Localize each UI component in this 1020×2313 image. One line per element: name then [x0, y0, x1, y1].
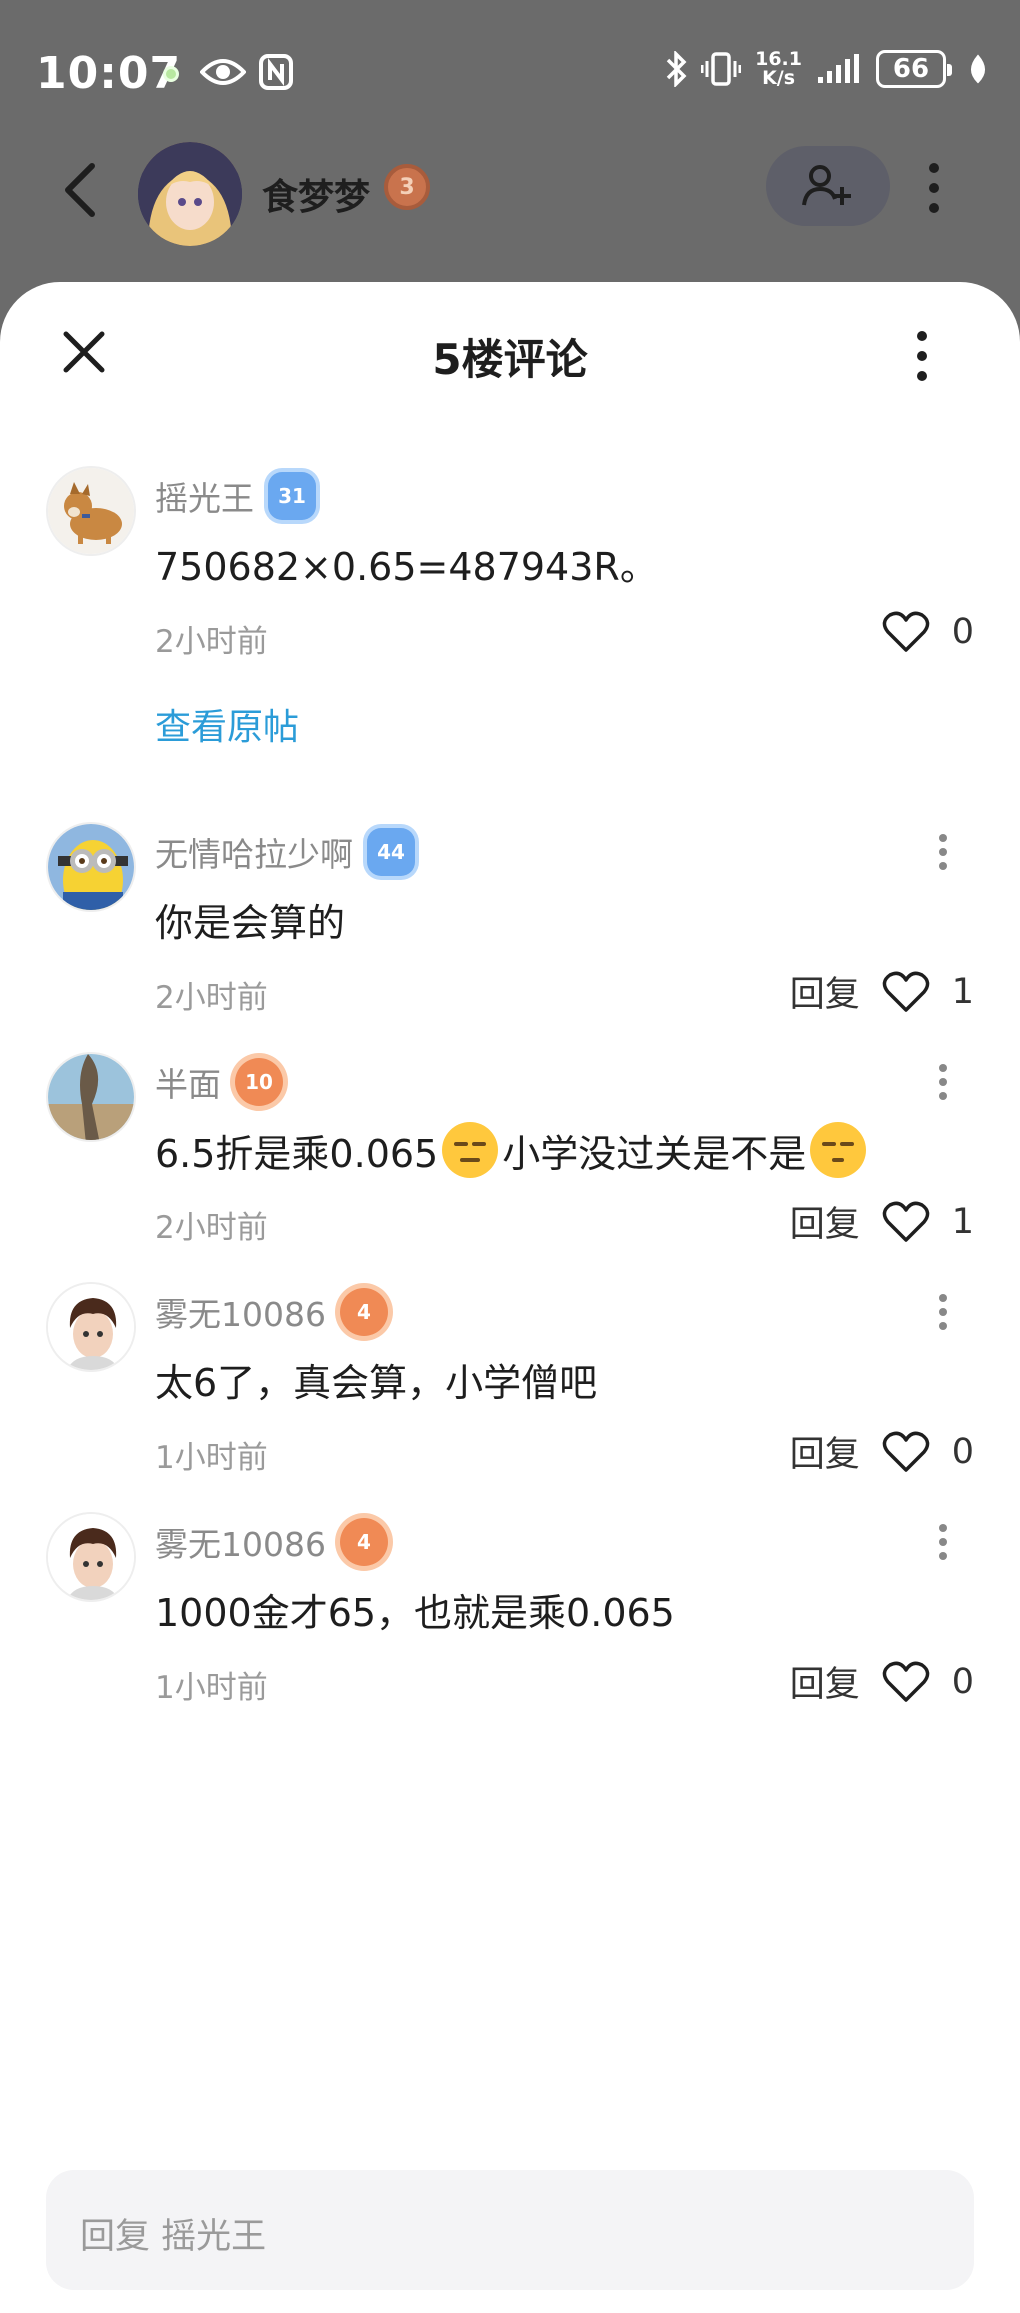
comment-sheet: 5楼评论 摇光王 31 750682×0.65=487943R。 2小时前 0 … [0, 282, 1020, 2313]
main-comment: 摇光王 31 750682×0.65=487943R。 2小时前 0 查看原帖 [0, 466, 1020, 748]
avatar[interactable] [46, 1052, 136, 1142]
username[interactable]: 摇光王 [155, 472, 254, 520]
username[interactable]: 半面 [155, 1058, 221, 1106]
view-original-link[interactable]: 查看原帖 [155, 698, 299, 750]
comment-time: 2小时前 [155, 1210, 268, 1246]
like-count: 1 [951, 971, 974, 1012]
comment-actions: 回复 0 [790, 1426, 974, 1477]
comment-time: 2小时前 [155, 980, 268, 1016]
comment-user: 雾无10086 4 [155, 1518, 388, 1566]
author-level-badge: 3 [384, 164, 430, 210]
comment-user: 雾无10086 4 [155, 1288, 388, 1336]
signal-icon [818, 54, 859, 83]
add-friend-button[interactable] [766, 146, 890, 226]
like-count: 0 [951, 1431, 974, 1472]
comment-time: 1小时前 [155, 1440, 268, 1476]
level-badge: 31 [268, 472, 316, 520]
reply-comment: 雾无10086 4 太6了，真会算，小学僧吧 1小时前 回复 0 [0, 1282, 1020, 1482]
more-vertical-icon[interactable] [936, 1292, 950, 1332]
reply-button[interactable]: 回复 [790, 1426, 860, 1477]
heart-icon[interactable] [882, 970, 930, 1014]
reply-input[interactable]: 回复 摇光王 [46, 2170, 974, 2290]
username[interactable]: 雾无10086 [155, 1288, 326, 1336]
author-avatar[interactable] [138, 142, 242, 246]
comment-actions: 回复 1 [790, 1196, 974, 1247]
level-badge: 4 [339, 1518, 388, 1566]
leaf-icon [971, 54, 985, 84]
username[interactable]: 雾无10086 [155, 1518, 326, 1566]
back-arrow-icon[interactable] [60, 160, 100, 220]
sweat-emoji-icon [442, 1122, 499, 1178]
heart-icon[interactable] [882, 1430, 930, 1474]
author-name[interactable]: 食梦梦 [262, 168, 370, 220]
nfc-icon [259, 54, 293, 90]
avatar[interactable] [46, 466, 136, 556]
reply-placeholder: 回复 摇光王 [80, 2217, 267, 2257]
avatar[interactable] [46, 1512, 136, 1602]
comment-user: 半面 10 [155, 1058, 283, 1106]
more-vertical-icon[interactable] [936, 832, 950, 872]
more-vertical-icon[interactable] [922, 160, 946, 216]
eye-icon [200, 59, 246, 85]
reply-comment: 雾无10086 4 1000金才65，也就是乘0.065 1小时前 回复 0 [0, 1512, 1020, 1712]
comment-text-part: 小学没过关是不是 [502, 1131, 807, 1176]
reply-button[interactable]: 回复 [790, 966, 860, 1017]
like-count: 0 [951, 612, 974, 652]
level-badge: 10 [235, 1058, 283, 1106]
comment-text: 太6了，真会算，小学僧吧 [155, 1361, 598, 1405]
comment-user: 摇光王 31 [155, 472, 316, 520]
comment-actions: 回复 1 [790, 966, 974, 1017]
comment-text: 你是会算的 [155, 901, 346, 945]
heart-icon[interactable] [882, 1200, 930, 1244]
heart-icon[interactable] [882, 1660, 930, 1704]
comment-text: 750682×0.65=487943R。 [155, 545, 658, 589]
shush-emoji-icon [810, 1122, 867, 1178]
more-vertical-icon[interactable] [936, 1062, 950, 1102]
like-count: 0 [951, 1661, 974, 1702]
comment-text-part: 6.5折是乘0.065 [155, 1131, 439, 1176]
reply-button[interactable]: 回复 [790, 1656, 860, 1707]
level-badge: 4 [339, 1288, 388, 1336]
net-speed: 16.1 K/s [755, 50, 802, 88]
like-count: 1 [951, 1201, 974, 1242]
status-bar: 10:07 16.1 K/s 66 [0, 0, 1020, 150]
battery-indicator: 66 [876, 50, 952, 88]
more-vertical-icon[interactable] [910, 328, 934, 384]
reply-comment: 无情哈拉少啊 44 你是会算的 2小时前 回复 1 [0, 822, 1020, 1022]
bluetooth-icon [666, 51, 687, 87]
avatar[interactable] [46, 1282, 136, 1372]
heart-icon[interactable] [882, 610, 930, 654]
comment-text: 1000金才65，也就是乘0.065 [155, 1591, 675, 1635]
reply-comment: 半面 10 6.5折是乘0.065 小学没过关是不是 2小时前 回复 1 [0, 1052, 1020, 1252]
avatar[interactable] [46, 822, 136, 912]
comment-actions: 回复 0 [790, 1656, 974, 1707]
comment-actions: 0 [882, 610, 974, 654]
reply-button[interactable]: 回复 [790, 1196, 860, 1247]
comment-time: 1小时前 [155, 1670, 268, 1706]
vibrate-icon [701, 52, 742, 86]
status-time: 10:07 [36, 48, 182, 99]
more-vertical-icon[interactable] [936, 1522, 950, 1562]
comment-user: 无情哈拉少啊 44 [155, 828, 415, 876]
username[interactable]: 无情哈拉少啊 [155, 828, 353, 876]
net-speed-unit: K/s [762, 67, 796, 89]
comment-time: 2小时前 [155, 624, 268, 660]
comment-text: 6.5折是乘0.065 小学没过关是不是 [155, 1122, 870, 1178]
recording-dot-icon [163, 66, 179, 82]
post-header: 食梦梦 3 [0, 130, 1020, 250]
level-badge: 44 [367, 828, 415, 876]
sheet-title: 5楼评论 [432, 335, 588, 384]
add-friend-icon [802, 165, 851, 206]
